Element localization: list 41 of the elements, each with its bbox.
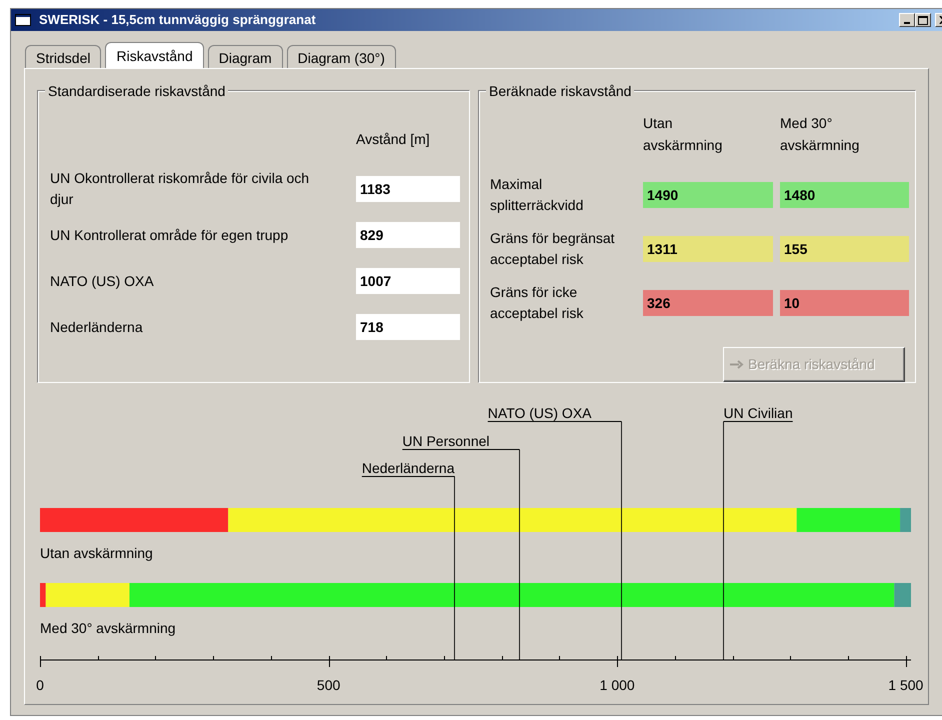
row-label: UN Okontrollerat riskområde för civila och djur	[50, 169, 310, 209]
category-label: Med 30° avskärmning	[40, 620, 176, 636]
ref-line-label: Nederländerna	[362, 460, 454, 476]
row-label: UN Kontrollerat område för egen trupp	[50, 226, 290, 245]
tick-label: 500	[316, 677, 340, 693]
result-field: 1490	[643, 182, 774, 208]
tab[interactable]: Stridsdel	[25, 45, 102, 68]
row-label: Gräns för begränsat acceptabel risk	[490, 228, 616, 270]
ref-line-label: NATO (US) OXA	[488, 405, 592, 421]
tab[interactable]: Riskavstånd	[105, 42, 204, 68]
maximize-icon	[918, 16, 928, 24]
distance-field[interactable]: 1183	[356, 176, 460, 202]
ref-line-label: UN Civilian	[724, 405, 793, 421]
minimize-button[interactable]	[899, 13, 915, 27]
result-field: 10	[780, 290, 910, 316]
distance-field[interactable]: 829	[356, 222, 460, 248]
label-underline	[723, 421, 794, 422]
row-label: NATO (US) OXA	[50, 272, 155, 291]
row-label: Gräns för icke acceptabel risk	[490, 282, 584, 324]
distance-field[interactable]: 718	[356, 314, 460, 340]
column-header: Avstånd [m]	[356, 130, 431, 149]
column-header: Med 30° avskärmning	[780, 114, 860, 155]
result-field: 1311	[643, 236, 774, 262]
arrow-icon	[730, 360, 744, 370]
tick-label: 0	[36, 677, 44, 693]
maximize-button[interactable]	[915, 13, 931, 27]
tick-label: 1 500	[888, 677, 924, 693]
result-field: 326	[643, 290, 774, 316]
row-label: Nederländerna	[50, 318, 144, 336]
ref-line-label: UN Personnel	[402, 433, 490, 449]
result-field: 155	[780, 236, 910, 262]
result-field: 1480	[780, 182, 910, 208]
window-title: SWERISK - 15,5cm tunnväggig spränggranat	[39, 11, 316, 30]
window-icon	[15, 14, 31, 26]
tab[interactable]: Diagram	[208, 45, 283, 68]
tab[interactable]: Diagram (30°)	[286, 45, 396, 68]
row-label: Maximal splitterräckvidd	[490, 174, 584, 216]
tick-label: 1 000	[600, 677, 635, 693]
category-label: Utan avskärmning	[40, 545, 153, 561]
distance-field[interactable]: 1007	[356, 268, 460, 294]
column-header: Utan avskärmning	[643, 114, 724, 155]
